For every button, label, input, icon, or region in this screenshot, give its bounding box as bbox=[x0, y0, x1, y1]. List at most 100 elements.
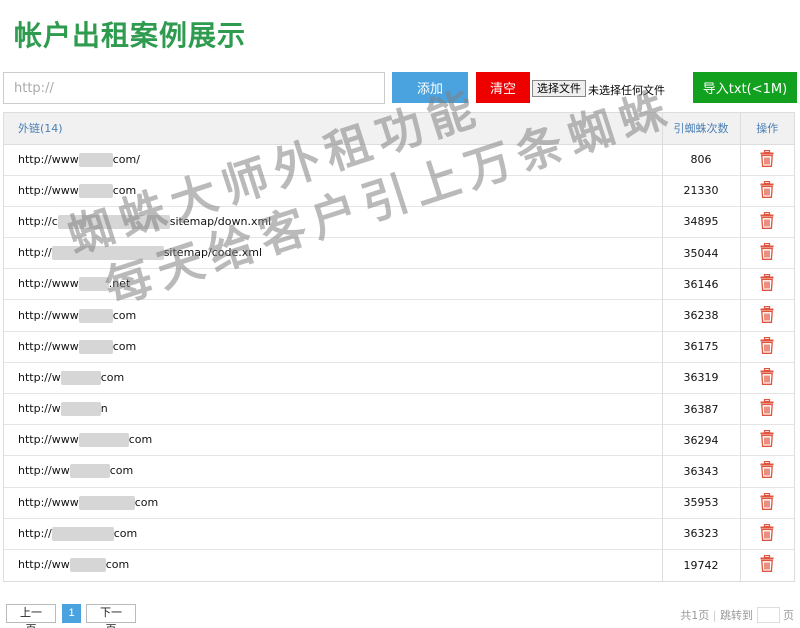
redacted-domain bbox=[78, 433, 129, 448]
link-suffix: com bbox=[128, 433, 153, 447]
link-prefix: http://www bbox=[18, 495, 79, 509]
prev-page-button[interactable]: 上一页 bbox=[6, 604, 56, 628]
next-page-button[interactable]: 下一页 bbox=[86, 604, 136, 628]
link-suffix: com bbox=[105, 558, 130, 572]
redacted-domain bbox=[78, 183, 113, 198]
link-suffix: n bbox=[100, 402, 108, 416]
link-prefix: http://www bbox=[18, 308, 79, 322]
trash-icon[interactable] bbox=[760, 367, 774, 388]
link-cell[interactable]: http://www .net bbox=[4, 268, 662, 300]
column-header-count: 引蜘蛛次数 bbox=[661, 113, 740, 145]
link-suffix: com bbox=[113, 526, 138, 540]
trash-icon[interactable] bbox=[760, 274, 774, 294]
link-prefix: http://w bbox=[18, 402, 61, 416]
choose-file-button[interactable]: 选择文件 bbox=[532, 80, 586, 97]
jump-label: 跳转到 bbox=[720, 609, 753, 622]
op-cell bbox=[739, 205, 794, 238]
link-prefix: http://ww bbox=[18, 558, 70, 572]
link-cell[interactable]: http:// com bbox=[4, 517, 662, 550]
table-row: http://ww com 19742 bbox=[4, 548, 794, 581]
spider-count-cell: 36387 bbox=[661, 392, 740, 425]
table-row: http:// sitemap/code.xml 35044 bbox=[4, 237, 794, 269]
table-row: http://w n 36387 bbox=[4, 392, 794, 425]
link-prefix: http://www bbox=[18, 183, 79, 197]
trash-icon[interactable] bbox=[760, 149, 774, 170]
add-button[interactable]: 添加 bbox=[392, 72, 468, 103]
table-row: http://www com 35953 bbox=[4, 486, 794, 519]
link-suffix: com bbox=[134, 495, 159, 509]
redacted-domain bbox=[78, 277, 109, 292]
link-suffix: .net bbox=[108, 277, 131, 291]
column-header-op: 操作 bbox=[739, 113, 794, 145]
op-cell bbox=[739, 455, 794, 488]
trash-icon[interactable] bbox=[760, 398, 774, 419]
links-table: 外链(14) 引蜘蛛次数 操作 http://www com/806 http://… bbox=[3, 112, 795, 582]
spider-count-cell: 36323 bbox=[661, 517, 740, 550]
op-cell bbox=[739, 548, 794, 581]
toolbar: 添加 清空 选择文件 未选择任何文件 导入txt(<1M) bbox=[3, 72, 797, 104]
op-cell bbox=[739, 392, 794, 425]
table-row: http://www com 36175 bbox=[4, 330, 794, 363]
table-row: http://www .net 36146 bbox=[4, 268, 794, 300]
link-prefix: http://www bbox=[18, 152, 79, 166]
link-cell[interactable]: http:// sitemap/code.xml bbox=[4, 237, 662, 269]
spider-count-cell: 34895 bbox=[661, 205, 740, 238]
trash-icon[interactable] bbox=[760, 305, 774, 326]
link-cell[interactable]: http://www com/ bbox=[4, 143, 662, 176]
link-suffix: com bbox=[109, 464, 134, 478]
clear-button[interactable]: 清空 bbox=[476, 72, 530, 103]
link-prefix: http://ww bbox=[18, 464, 70, 478]
link-cell[interactable]: http://w n bbox=[4, 392, 662, 425]
table-row: http://www com/806 bbox=[4, 143, 794, 176]
link-cell[interactable]: http://www com bbox=[4, 299, 662, 332]
link-cell[interactable]: http://www com bbox=[4, 486, 662, 519]
table-row: http://www com 21330 bbox=[4, 174, 794, 207]
redacted-domain bbox=[78, 339, 113, 354]
op-cell bbox=[739, 517, 794, 550]
link-cell[interactable]: http://www com bbox=[4, 424, 662, 456]
link-cell[interactable]: http://ww com bbox=[4, 455, 662, 488]
link-cell[interactable]: http://w com bbox=[4, 361, 662, 394]
link-prefix: http://www bbox=[18, 277, 79, 291]
op-cell bbox=[739, 361, 794, 394]
jump-page-input[interactable] bbox=[756, 607, 780, 623]
redacted-domain bbox=[69, 558, 106, 573]
page-1-button[interactable]: 1 bbox=[62, 604, 81, 623]
redacted-domain bbox=[78, 495, 135, 510]
page-suffix: 页 bbox=[783, 609, 794, 622]
total-pages-text: 共1页 bbox=[680, 609, 710, 622]
trash-icon[interactable] bbox=[760, 180, 774, 201]
import-txt-button[interactable]: 导入txt(<1M) bbox=[693, 72, 797, 103]
trash-icon[interactable] bbox=[760, 336, 774, 357]
op-cell bbox=[739, 486, 794, 519]
link-cell[interactable]: http://www com bbox=[4, 330, 662, 363]
spider-count-cell: 36146 bbox=[661, 268, 740, 300]
link-cell[interactable]: http://ww com bbox=[4, 548, 662, 581]
trash-icon[interactable] bbox=[760, 523, 774, 544]
separator: | bbox=[712, 608, 717, 622]
spider-count-cell: 36238 bbox=[661, 299, 740, 332]
op-cell bbox=[739, 268, 794, 300]
link-suffix: com bbox=[112, 308, 137, 322]
trash-icon[interactable] bbox=[760, 243, 774, 263]
op-cell bbox=[739, 330, 794, 363]
link-cell[interactable]: http://c sitemap/down.xml bbox=[4, 205, 662, 238]
trash-icon[interactable] bbox=[760, 211, 774, 232]
redacted-domain bbox=[60, 370, 101, 385]
redacted-domain bbox=[69, 464, 110, 479]
spider-count-cell: 35044 bbox=[661, 237, 740, 269]
link-suffix: com bbox=[112, 183, 137, 197]
link-cell[interactable]: http://www com bbox=[4, 174, 662, 207]
table-header-row: 外链(14) 引蜘蛛次数 操作 bbox=[4, 113, 794, 145]
link-prefix: http://www bbox=[18, 433, 79, 447]
trash-icon[interactable] bbox=[760, 555, 774, 575]
op-cell bbox=[739, 424, 794, 456]
url-input[interactable] bbox=[3, 72, 385, 104]
redacted-domain bbox=[51, 246, 164, 261]
page-jump: 共1页 | 跳转到 页 bbox=[680, 607, 794, 623]
table-row: http://c sitemap/down.xml 34895 bbox=[4, 205, 794, 238]
link-prefix: http://c bbox=[18, 214, 58, 228]
trash-icon[interactable] bbox=[760, 430, 774, 450]
trash-icon[interactable] bbox=[760, 492, 774, 513]
trash-icon[interactable] bbox=[760, 461, 774, 481]
